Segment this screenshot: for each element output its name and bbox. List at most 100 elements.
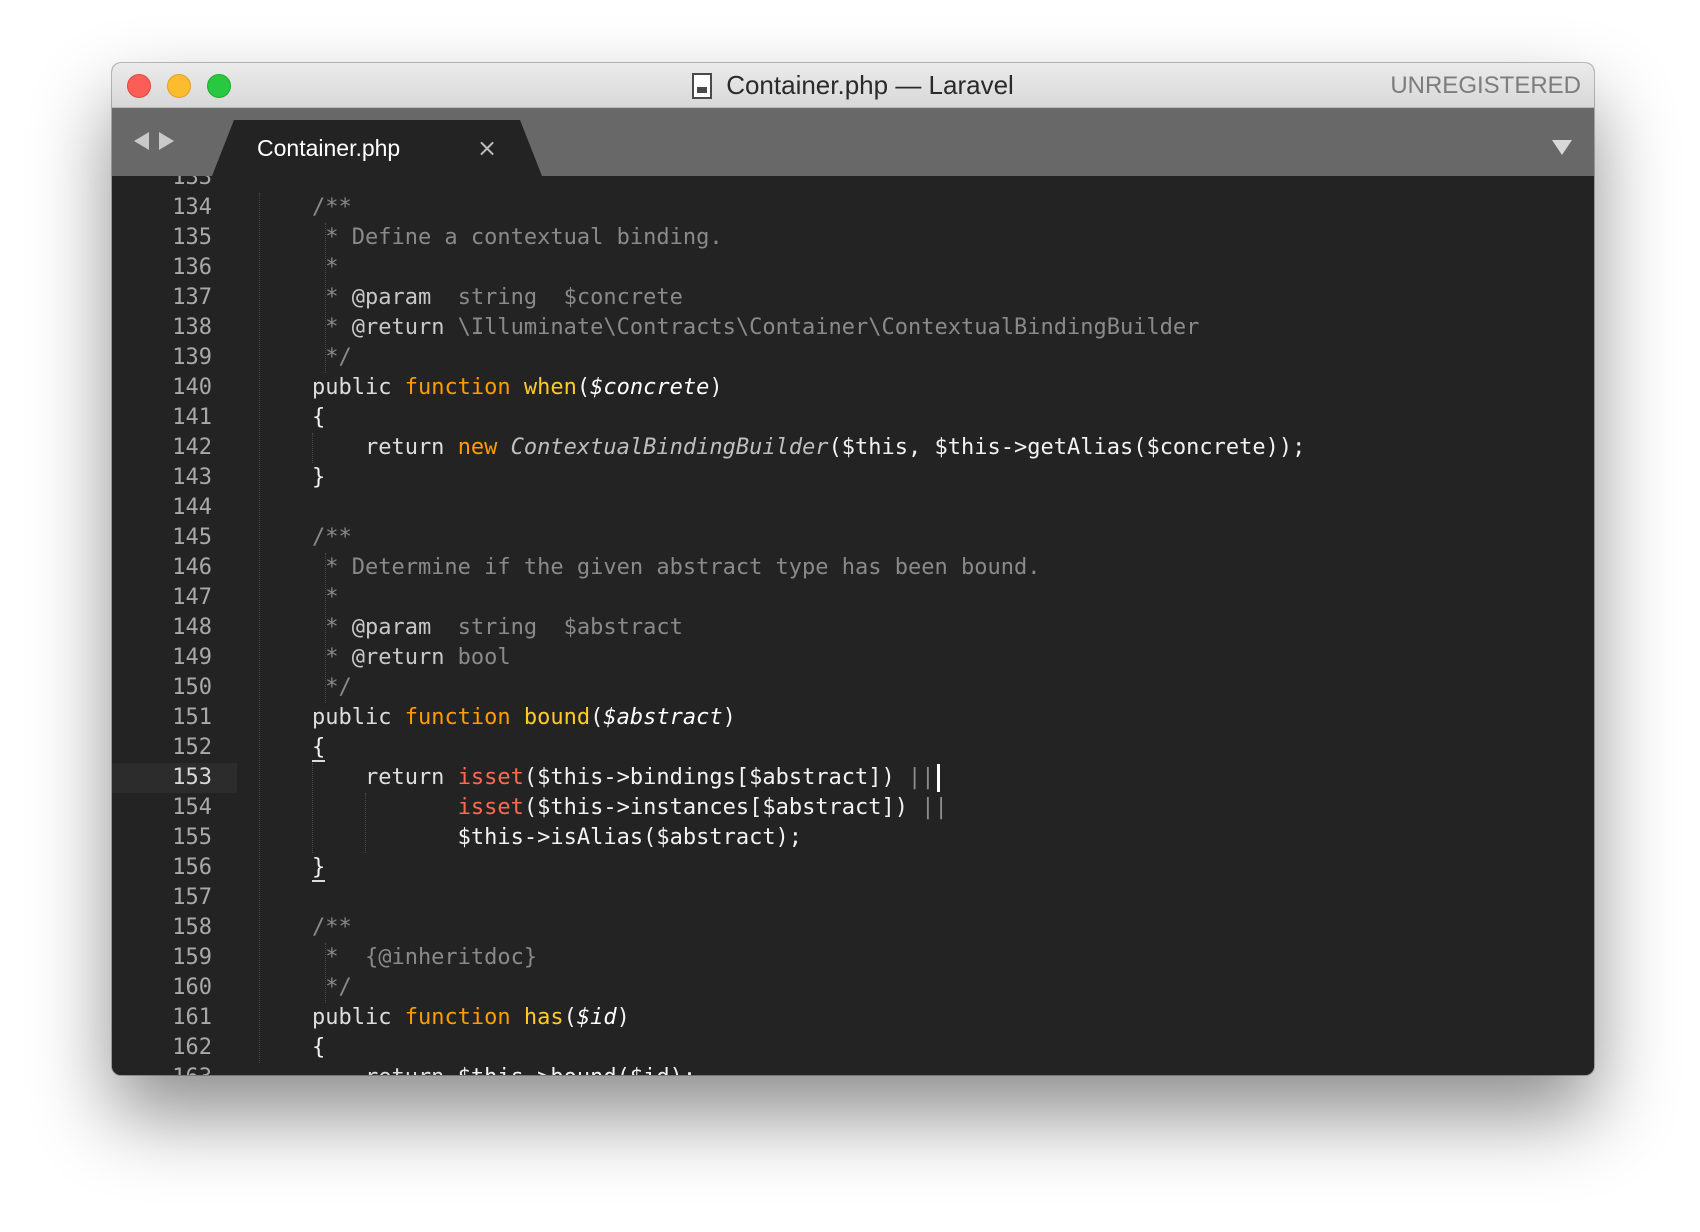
code-line[interactable]: /**	[237, 193, 1594, 223]
code-token: * {@inheritdoc}	[259, 945, 538, 970]
code-line[interactable]: */	[237, 343, 1594, 373]
line-number[interactable]: 137	[112, 283, 237, 313]
tab-label: Container.php	[257, 134, 401, 161]
code-token: }	[259, 465, 326, 490]
tab-bar: Container.php ×	[112, 108, 1594, 176]
code-line[interactable]: * @param string $concrete	[237, 283, 1594, 313]
line-number[interactable]: 140	[112, 373, 237, 403]
code-token: has	[523, 1005, 564, 1030]
line-number[interactable]: 148	[112, 613, 237, 643]
line-number[interactable]: 134	[112, 193, 237, 223]
code-token: *	[259, 315, 352, 340]
code-line[interactable]: }	[237, 853, 1594, 883]
code-token: @param	[351, 615, 432, 640]
chevron-down-icon[interactable]	[1552, 140, 1572, 155]
code-line[interactable]: * @return \Illuminate\Contracts\Containe…	[237, 313, 1594, 343]
arrow-right-icon[interactable]	[159, 132, 174, 150]
line-number[interactable]: 155	[112, 823, 237, 853]
code-line[interactable]: $this->isAlias($abstract);	[237, 823, 1594, 853]
code-line[interactable]: * @return bool	[237, 643, 1594, 673]
code-line[interactable]	[237, 493, 1594, 523]
code-line[interactable]: {	[237, 1033, 1594, 1063]
code-line[interactable]	[237, 176, 1594, 193]
line-number[interactable]: 145	[112, 523, 237, 553]
code-token: ContextualBindingBuilder	[510, 435, 829, 460]
code-line[interactable]: */	[237, 673, 1594, 703]
code-token: $id	[576, 1005, 617, 1030]
code-token: bool	[444, 645, 511, 670]
line-number[interactable]: 144	[112, 493, 237, 523]
code-token: return	[259, 1065, 458, 1075]
line-number[interactable]: 157	[112, 883, 237, 913]
code-token: function	[404, 705, 524, 730]
line-number[interactable]: 161	[112, 1003, 237, 1033]
code-line[interactable]	[237, 883, 1594, 913]
line-number[interactable]: 153	[112, 763, 237, 793]
code-token: \Illuminate\Contracts\Container\Contextu…	[444, 315, 1200, 340]
code-token: {	[259, 735, 326, 760]
line-number[interactable]: 154	[112, 793, 237, 823]
code-line[interactable]: }	[237, 463, 1594, 493]
code-line[interactable]: /**	[237, 913, 1594, 943]
code-line[interactable]: return new ContextualBindingBuilder($thi…	[237, 433, 1594, 463]
line-number[interactable]: 158	[112, 913, 237, 943]
line-number[interactable]: 135	[112, 223, 237, 253]
title-bar[interactable]: Container.php — Laravel UNREGISTERED	[112, 63, 1594, 108]
line-number[interactable]: 146	[112, 553, 237, 583]
line-number[interactable]: 133	[112, 176, 237, 193]
code-token: */	[259, 975, 352, 1000]
line-number[interactable]: 150	[112, 673, 237, 703]
code-token: $this->isAlias($abstract);	[259, 825, 803, 850]
code-line[interactable]: return $this->bound($id);	[237, 1063, 1594, 1075]
line-number[interactable]: 159	[112, 943, 237, 973]
code-line[interactable]: *	[237, 583, 1594, 613]
line-number[interactable]: 143	[112, 463, 237, 493]
line-number[interactable]: 149	[112, 643, 237, 673]
code-line[interactable]: public function bound($abstract)	[237, 703, 1594, 733]
arrow-left-icon[interactable]	[134, 132, 149, 150]
code-token: *	[259, 585, 339, 610]
code-line[interactable]: * Determine if the given abstract type h…	[237, 553, 1594, 583]
code-line[interactable]: public function when($concrete)	[237, 373, 1594, 403]
code-token: string $concrete	[431, 285, 683, 310]
line-number[interactable]: 162	[112, 1033, 237, 1063]
code-line[interactable]: * {@inheritdoc}	[237, 943, 1594, 973]
code-line[interactable]: return isset($this->bindings[$abstract])…	[237, 763, 1594, 793]
tab-close-button[interactable]: ×	[477, 120, 497, 176]
code-line[interactable]: {	[237, 403, 1594, 433]
code-token: @param	[351, 285, 432, 310]
code-token: @return	[351, 315, 445, 340]
line-number[interactable]: 141	[112, 403, 237, 433]
code-token: public	[259, 375, 405, 400]
line-number[interactable]: 156	[112, 853, 237, 883]
code-line[interactable]: */	[237, 973, 1594, 1003]
line-number[interactable]: 152	[112, 733, 237, 763]
code-token: public	[259, 705, 405, 730]
code-token: */	[259, 345, 352, 370]
code-line[interactable]: {	[237, 733, 1594, 763]
line-number[interactable]: 138	[112, 313, 237, 343]
code-token: (	[563, 1005, 577, 1030]
code-line[interactable]: * Define a contextual binding.	[237, 223, 1594, 253]
line-number[interactable]: 139	[112, 343, 237, 373]
code-line[interactable]: isset($this->instances[$abstract]) ||	[237, 793, 1594, 823]
code-token: ||	[921, 795, 948, 820]
code-editor[interactable]: 133 134 135 136 137 138 139 140 141 142 143 144 145 1…	[112, 176, 1594, 1075]
tab-container-php[interactable]: Container.php ×	[212, 120, 542, 176]
line-number[interactable]: 151	[112, 703, 237, 733]
line-number[interactable]: 142	[112, 433, 237, 463]
code-line[interactable]: *	[237, 253, 1594, 283]
code-token: new	[457, 435, 511, 460]
line-number[interactable]: 160	[112, 973, 237, 1003]
code-token: $concrete	[590, 375, 710, 400]
code-token: ($this->instances[$abstract])	[523, 795, 922, 820]
code-line[interactable]: /**	[237, 523, 1594, 553]
code-line[interactable]: public function has($id)	[237, 1003, 1594, 1033]
line-number[interactable]: 136	[112, 253, 237, 283]
line-number[interactable]: 163	[112, 1063, 237, 1075]
line-number[interactable]: 147	[112, 583, 237, 613]
code-token: @return	[351, 645, 445, 670]
code-line[interactable]: * @param string $abstract	[237, 613, 1594, 643]
code-token: /**	[259, 195, 352, 220]
code-token: * Define a contextual binding.	[259, 225, 723, 250]
